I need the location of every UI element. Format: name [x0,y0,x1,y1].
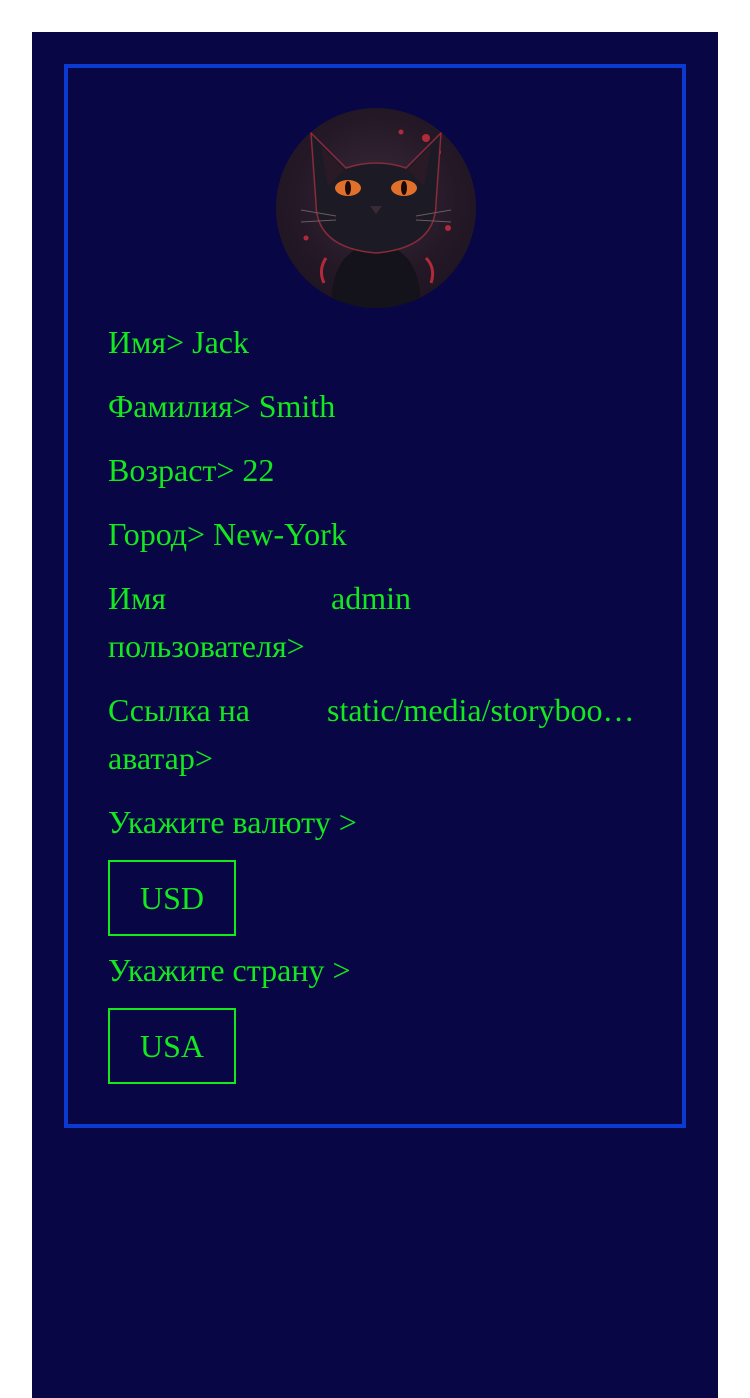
avatar [276,108,476,308]
age-value: 22 [242,452,275,488]
page-background: Имя> Jack Фамилия> Smith Возраст> 22 Гор… [32,32,718,1398]
first-name-row: Имя> Jack [108,318,249,366]
username-value: admin [331,580,411,616]
profile-card: Имя> Jack Фамилия> Smith Возраст> 22 Гор… [64,64,686,1128]
avatar-link-value: static/media/storyboo… [327,692,635,728]
currency-select-button[interactable]: USD [108,860,236,936]
age-row: Возраст> 22 [108,446,274,494]
first-name-label: Имя> [108,324,185,360]
username-row: Имя пользователя> admin [108,574,634,670]
last-name-row: Фамилия> Smith [108,382,335,430]
first-name-value: Jack [192,324,249,360]
city-row: Город> New-York [108,510,347,558]
last-name-label: Фамилия> [108,388,251,424]
currency-label: Укажите валюту > [108,804,357,840]
last-name-value: Smith [258,388,336,424]
country-label: Укажите страну > [108,952,351,988]
city-label: Город> [108,516,206,552]
avatar-link-label: Ссылка на аватар> [108,692,250,776]
country-select-button[interactable]: USA [108,1008,236,1084]
city-value: New-York [213,516,347,552]
avatar-link-row: Ссылка на аватар> static/media/storyboo… [108,686,635,782]
black-cat-icon [300,129,452,308]
age-label: Возраст> [108,452,235,488]
username-label: Имя пользователя> [108,580,305,664]
